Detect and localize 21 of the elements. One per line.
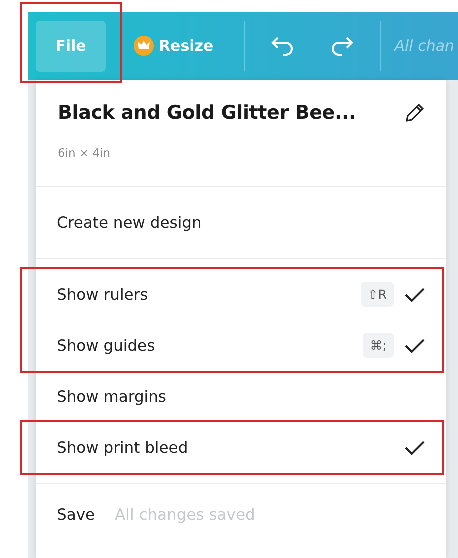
menu-item-label: Show guides xyxy=(57,336,156,354)
shortcut-key: ⌘; xyxy=(363,333,394,358)
menu-item[interactable]: Create new design xyxy=(36,197,446,248)
crown-icon xyxy=(134,36,154,56)
menu-item-label: Show print bleed xyxy=(57,438,190,456)
save-status: All chan xyxy=(394,37,455,55)
menu-item-label: Show rulers xyxy=(57,286,150,304)
menu-item[interactable]: Show rulers ⇧R xyxy=(36,269,446,320)
undo-button[interactable] xyxy=(270,36,295,56)
shortcut-key: ⇧R xyxy=(360,282,394,307)
redo-button[interactable] xyxy=(330,36,354,56)
menu-item[interactable]: Show margins xyxy=(36,371,446,422)
design-size: 6in × 4in xyxy=(58,146,112,160)
menu-item-label: Create new design xyxy=(57,214,203,232)
menu-item[interactable]: Show print bleed xyxy=(36,422,446,473)
pencil-icon[interactable] xyxy=(404,102,426,124)
save-menu-item[interactable]: Save xyxy=(57,506,96,524)
menu-item[interactable]: Show guides ⌘; xyxy=(36,320,446,371)
design-title: Black and Gold Glitter Bee... xyxy=(58,102,356,124)
save-status-note: All changes saved xyxy=(115,506,256,524)
menu-item-label: Show margins xyxy=(57,388,168,406)
